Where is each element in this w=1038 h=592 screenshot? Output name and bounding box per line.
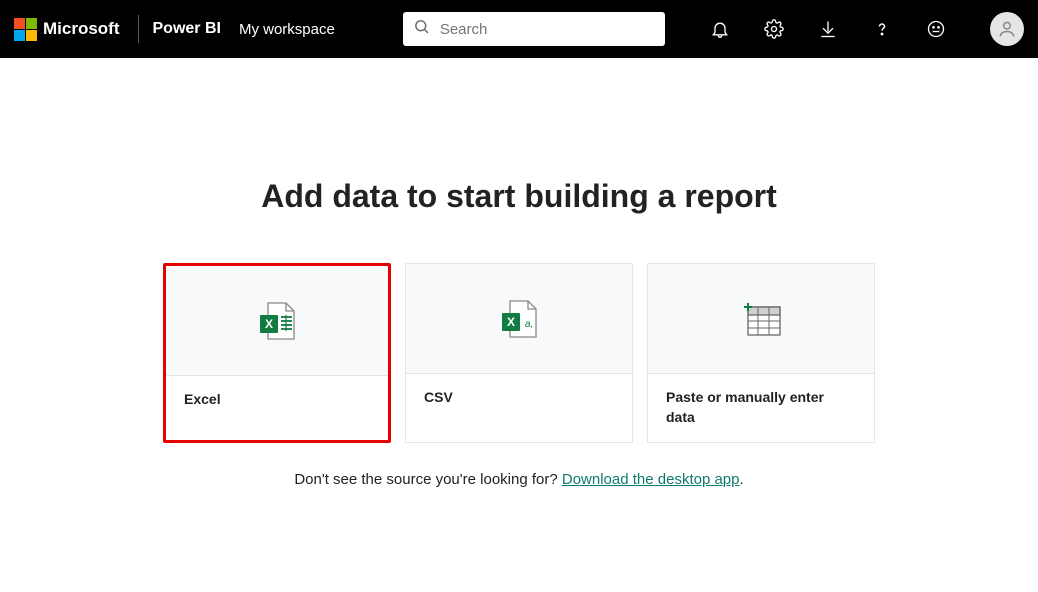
- card-excel-label: Excel: [166, 376, 388, 424]
- hint-suffix: .: [740, 471, 744, 488]
- card-csv-label: CSV: [406, 374, 632, 422]
- card-paste-data[interactable]: Paste or manually enter data: [647, 263, 875, 443]
- card-paste-illustration: [648, 264, 874, 374]
- top-bar: Microsoft Power BI My workspace: [0, 0, 1038, 58]
- download-icon[interactable]: [816, 17, 840, 41]
- search-icon: [413, 18, 430, 40]
- settings-icon[interactable]: [762, 17, 786, 41]
- svg-text:X: X: [507, 315, 515, 329]
- brand-text: Microsoft: [43, 19, 120, 39]
- card-excel-illustration: X: [166, 266, 388, 376]
- workspace-name[interactable]: My workspace: [239, 21, 335, 38]
- svg-text:a,: a,: [525, 319, 533, 330]
- page-title: Add data to start building a report: [0, 178, 1038, 215]
- excel-file-icon: X: [258, 301, 296, 341]
- account-avatar[interactable]: [990, 12, 1024, 46]
- feedback-icon[interactable]: [924, 17, 948, 41]
- top-icon-row: [708, 12, 1024, 46]
- notifications-icon[interactable]: [708, 17, 732, 41]
- main-content: Add data to start building a report X Ex…: [0, 58, 1038, 488]
- divider: [138, 15, 139, 43]
- table-icon: [740, 299, 782, 339]
- card-csv-illustration: X a,: [406, 264, 632, 374]
- search-box[interactable]: [403, 12, 665, 46]
- card-paste-label: Paste or manually enter data: [648, 374, 874, 441]
- card-csv[interactable]: X a, CSV: [405, 263, 633, 443]
- download-desktop-link[interactable]: Download the desktop app: [562, 471, 740, 488]
- csv-file-icon: X a,: [500, 299, 538, 339]
- hint-text: Don't see the source you're looking for?: [294, 471, 562, 488]
- data-source-cards: X Excel X a, CSV: [0, 263, 1038, 443]
- card-excel[interactable]: X Excel: [163, 263, 391, 443]
- hint-row: Don't see the source you're looking for?…: [0, 471, 1038, 488]
- search-input[interactable]: [440, 21, 655, 38]
- product-name[interactable]: Power BI: [153, 20, 221, 38]
- svg-text:X: X: [265, 317, 273, 331]
- help-icon[interactable]: [870, 17, 894, 41]
- microsoft-logo[interactable]: Microsoft: [14, 18, 120, 41]
- ms-logo-icon: [14, 18, 37, 41]
